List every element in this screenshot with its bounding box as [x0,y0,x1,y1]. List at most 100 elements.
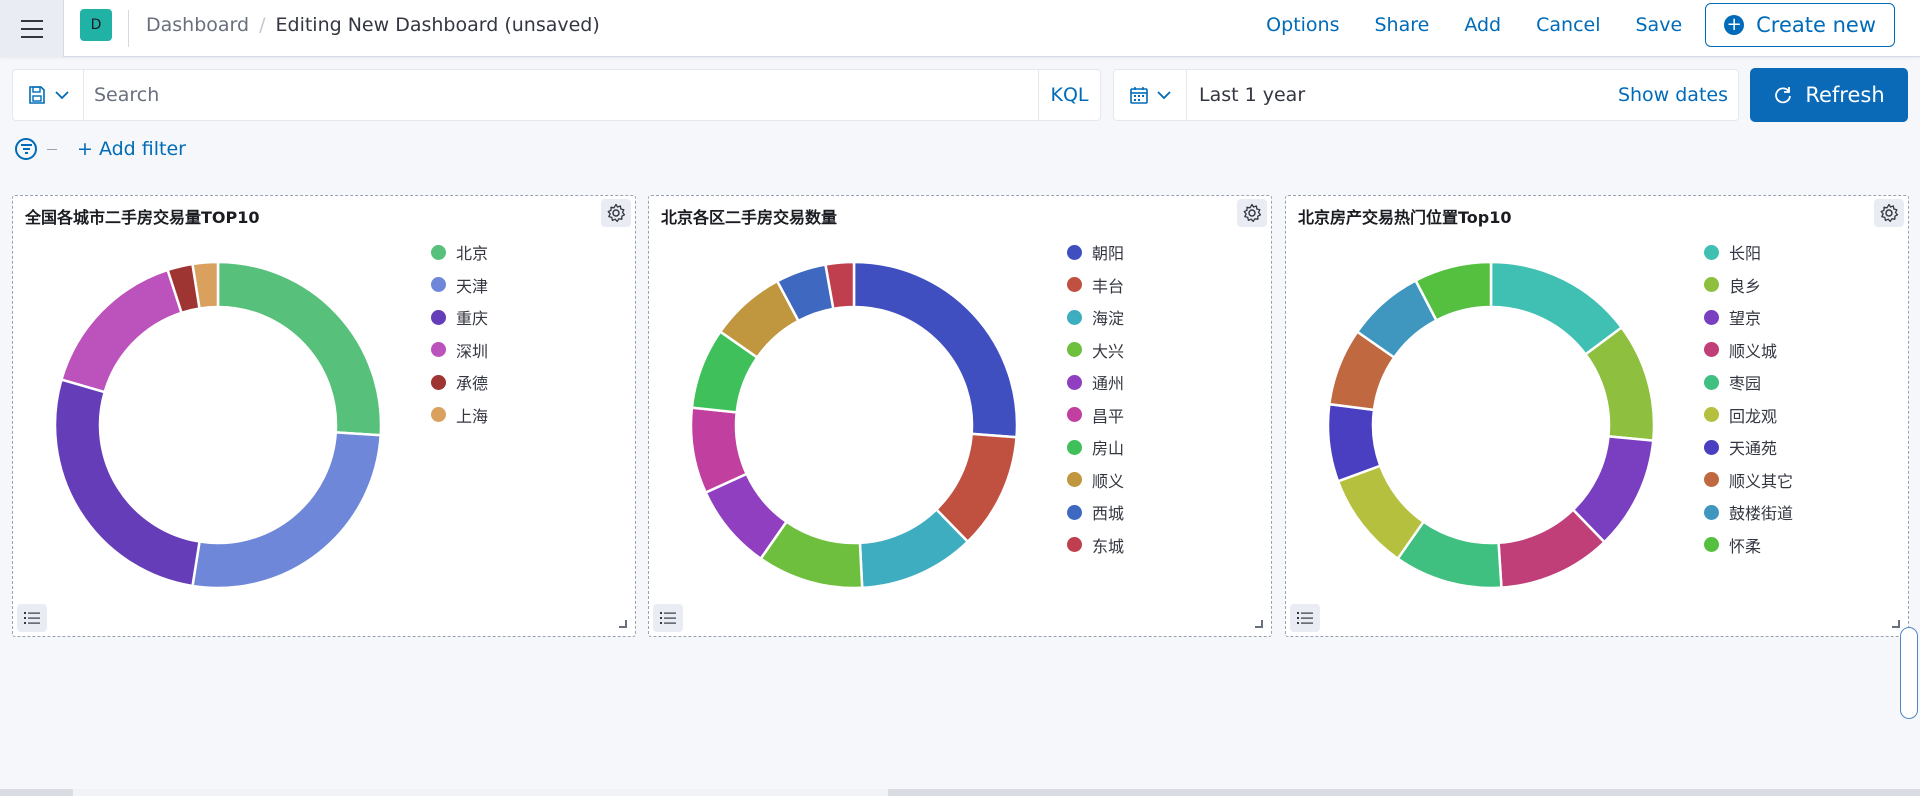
refresh-icon [1775,87,1792,104]
panel-title: 全国各城市二手房交易量TOP10 [25,208,260,227]
legend-label: 长阳 [1729,244,1762,264]
legend-item[interactable]: 丰台 [1067,269,1124,302]
legend-color-dot [1704,504,1719,520]
legend-item[interactable]: 怀柔 [1704,529,1793,562]
add-button[interactable]: Add [1464,14,1501,36]
list-icon [24,612,40,624]
legend-color-dot [1067,439,1082,455]
legend-item[interactable]: 望京 [1704,301,1793,334]
date-range-value[interactable]: Last 1 year [1187,84,1618,106]
panel-options-button[interactable] [601,199,631,227]
legend-label: 良乡 [1729,276,1762,296]
legend-label: 枣园 [1729,374,1762,394]
donut-slice-深圳[interactable] [59,268,184,394]
legend-item[interactable]: 东城 [1067,529,1124,562]
create-new-button[interactable]: + Create new [1705,3,1895,47]
save-icon [29,86,45,104]
create-new-label: Create new [1756,13,1876,37]
legend-toggle-button[interactable] [17,604,47,632]
legend-color-dot [1067,537,1082,553]
donut-slice-北京[interactable] [216,260,383,437]
refresh-button[interactable]: Refresh [1750,68,1908,122]
breadcrumb-dashboard-link[interactable]: Dashboard [146,14,249,36]
legend-color-dot [1704,537,1719,553]
legend-item[interactable]: 通州 [1067,366,1124,399]
kql-toggle[interactable]: KQL [1038,70,1100,120]
legend-label: 天通苑 [1729,439,1778,459]
legend-label: 顺义其它 [1729,471,1794,491]
legend-item[interactable]: 深圳 [431,334,488,367]
vertical-scrollbar-thumb[interactable] [1900,627,1918,719]
refresh-label: Refresh [1805,83,1885,107]
legend-item[interactable]: 大兴 [1067,334,1124,367]
panel-options-button[interactable] [1237,199,1267,227]
panel-resize-handle[interactable] [1255,620,1263,628]
space-avatar[interactable]: D [80,9,112,41]
legend-item[interactable]: 上海 [431,399,488,432]
filter-bar: + Add filter [15,138,186,160]
legend-color-dot [1704,439,1719,455]
show-dates-button[interactable]: Show dates [1618,84,1738,106]
panel-options-button[interactable] [1874,199,1904,227]
legend-item[interactable]: 房山 [1067,431,1124,464]
legend-item[interactable]: 枣园 [1704,366,1793,399]
top-header: D Dashboard / Editing New Dashboard (uns… [0,0,1920,57]
list-icon [660,612,676,624]
legend-color-dot [1067,504,1082,520]
legend-item[interactable]: 回龙观 [1704,399,1793,432]
menu-button[interactable] [0,0,64,57]
quick-date-menu-button[interactable] [1114,70,1187,120]
panel-city-top10: 全国各城市二手房交易量TOP10 北京 天津 重庆 深圳承德上海 [12,195,636,637]
save-button[interactable]: Save [1636,14,1683,36]
list-icon [1297,612,1313,624]
cancel-button[interactable]: Cancel [1536,14,1600,36]
legend-label: 西城 [1092,504,1125,524]
panel-title: 北京各区二手房交易数量 [661,208,838,227]
legend-item[interactable]: 海淀 [1067,301,1124,334]
legend-item[interactable]: 长阳 [1704,236,1793,269]
legend-item[interactable]: 朝阳 [1067,236,1124,269]
legend-item[interactable]: 鼓楼街道 [1704,496,1793,529]
legend-item[interactable]: 天通苑 [1704,431,1793,464]
options-button[interactable]: Options [1266,14,1339,36]
add-filter-button[interactable]: + Add filter [77,138,186,160]
legend-label: 顺义 [1092,471,1125,491]
legend-color-dot [1704,277,1719,293]
legend-item[interactable]: 北京 [431,236,488,269]
legend-toggle-button[interactable] [1290,604,1320,632]
legend-color-dot [1067,472,1082,488]
search-input[interactable] [84,70,1038,120]
legend-label: 通州 [1092,374,1125,394]
legend-label: 朝阳 [1092,244,1125,264]
donut-slice-天通苑[interactable] [1326,402,1382,483]
donut-slice-朝阳[interactable] [852,260,1019,439]
share-button[interactable]: Share [1374,14,1429,36]
legend-item[interactable]: 顺义 [1067,464,1124,497]
legend-item[interactable]: 天津 [431,269,488,302]
donut-chart [1326,260,1656,590]
legend-item[interactable]: 昌平 [1067,399,1124,432]
header-divider [128,10,129,47]
legend-item[interactable]: 西城 [1067,496,1124,529]
legend-color-dot [431,407,446,423]
legend-label: 房山 [1092,439,1125,459]
panel-resize-handle[interactable] [1892,620,1900,628]
legend-label: 承德 [456,374,489,394]
filter-icon[interactable] [15,138,37,160]
legend-item[interactable]: 良乡 [1704,269,1793,302]
legend-item[interactable]: 重庆 [431,301,488,334]
donut-slice-长阳[interactable] [1489,260,1624,357]
legend-item[interactable]: 顺义其它 [1704,464,1793,497]
legend-toggle-button[interactable] [653,604,683,632]
chart-legend: 北京 天津 重庆 深圳承德上海 [431,236,488,431]
legend-item[interactable]: 顺义城 [1704,334,1793,367]
legend-item[interactable]: 承德 [431,366,488,399]
horizontal-scrollbar-thumb[interactable] [73,789,888,796]
legend-color-dot [431,244,446,260]
legend-color-dot [1704,342,1719,358]
donut-slice-重庆[interactable] [53,377,201,588]
donut-slice-天津[interactable] [191,431,383,590]
saved-query-menu-button[interactable] [13,70,84,120]
legend-label: 上海 [456,406,489,426]
panel-resize-handle[interactable] [619,620,627,628]
